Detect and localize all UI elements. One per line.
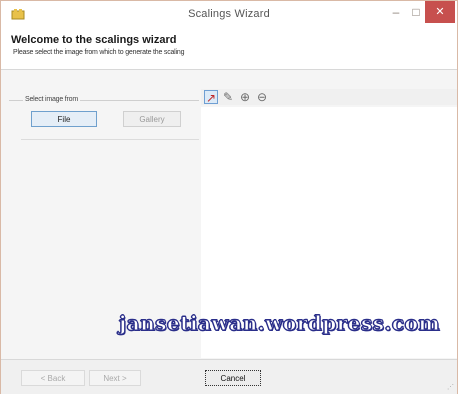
watermark-text: jansetiawan.wordpress.com [118,311,441,336]
pencil-tool-icon[interactable]: ✎ [221,90,235,104]
title-bar[interactable]: Scalings Wizard – □ ✕ [1,1,457,29]
zoom-in-tool-icon[interactable]: ⊕ [238,90,252,104]
wizard-subheading: Please select the image from which to ge… [13,49,185,56]
cancel-button[interactable]: Cancel [205,370,261,386]
image-toolbar: ↗ ✎ ⊕ ⊖ [201,89,457,105]
zoom-out-tool-icon[interactable]: ⊖ [255,90,269,104]
next-button[interactable]: Next > [89,370,141,386]
wizard-header: Welcome to the scalings wizard Please se… [1,29,457,70]
source-group-divider [21,139,199,140]
file-button[interactable]: File [31,111,97,127]
wizard-heading: Welcome to the scalings wizard [11,34,177,46]
back-button[interactable]: < Back [21,370,85,386]
wizard-footer: < Back Next > Cancel ⋰ [1,359,457,394]
resize-grip-icon[interactable]: ⋰ [447,384,455,392]
gallery-button[interactable]: Gallery [123,111,181,127]
scalings-wizard-window: Scalings Wizard – □ ✕ Welcome to the sca… [0,0,458,394]
close-button[interactable]: ✕ [425,1,455,23]
select-tool-icon[interactable]: ↗ [204,90,218,105]
source-group-label: Select image from [23,96,81,103]
